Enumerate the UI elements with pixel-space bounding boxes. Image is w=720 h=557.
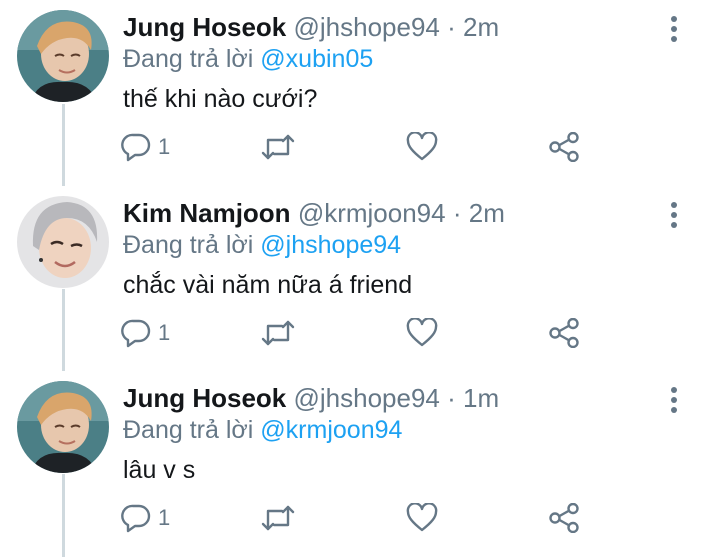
retweet-icon xyxy=(260,318,296,348)
more-options-icon[interactable] xyxy=(662,14,686,44)
reply-mention-link[interactable]: @krmjoon94 xyxy=(260,416,402,444)
tweet[interactable]: Kim Namjoon @krmjoon94 · 2m Đang trả lời… xyxy=(0,186,720,371)
tweet[interactable]: Jung Hoseok @jhshope94 · 2m Đang trả lời… xyxy=(0,0,720,185)
more-options-icon[interactable] xyxy=(662,200,686,230)
like-button[interactable] xyxy=(406,316,438,350)
share-icon xyxy=(548,132,580,162)
avatar[interactable] xyxy=(17,381,109,473)
retweet-button[interactable] xyxy=(260,501,296,535)
reply-mention-link[interactable]: @jhshope94 xyxy=(260,231,401,259)
share-button[interactable] xyxy=(548,501,580,535)
tweet[interactable]: Jung Hoseok @jhshope94 · 1m Đang trả lời… xyxy=(0,371,720,556)
more-options-icon[interactable] xyxy=(662,385,686,415)
tweet-actions: 1 xyxy=(120,501,600,535)
separator: · xyxy=(452,198,462,228)
reply-context: Đang trả lời @krmjoon94 xyxy=(123,413,402,447)
reply-context: Đang trả lời @jhshope94 xyxy=(123,228,401,262)
share-button[interactable] xyxy=(548,316,580,350)
reply-icon xyxy=(120,318,152,348)
reply-prefix: Đang trả lời xyxy=(123,231,254,259)
author-handle[interactable]: @jhshope94 xyxy=(293,12,439,42)
reply-button[interactable]: 1 xyxy=(120,316,170,350)
share-icon xyxy=(548,318,580,348)
separator: · xyxy=(447,12,456,42)
heart-icon xyxy=(406,132,438,162)
author-handle[interactable]: @jhshope94 xyxy=(293,383,439,413)
author-handle[interactable]: @krmjoon94 xyxy=(298,198,446,228)
tweet-header: Kim Namjoon @krmjoon94 · 2m xyxy=(123,196,505,230)
reply-count: 1 xyxy=(158,505,171,530)
reply-mention-link[interactable]: @xubin05 xyxy=(260,45,373,73)
avatar[interactable] xyxy=(17,196,109,288)
tweet-actions: 1 xyxy=(120,316,600,350)
like-button[interactable] xyxy=(406,130,438,164)
reply-prefix: Đang trả lời xyxy=(123,45,254,73)
reply-prefix: Đang trả lời xyxy=(123,416,254,444)
tweet-text: chắc vài năm nữa á friend xyxy=(123,271,413,299)
timestamp[interactable]: 1m xyxy=(463,383,499,413)
author-name[interactable]: Jung Hoseok xyxy=(123,12,286,42)
retweet-button[interactable] xyxy=(260,316,296,350)
tweet-text: lâu v s xyxy=(123,456,196,484)
timestamp[interactable]: 2m xyxy=(469,198,505,228)
retweet-icon xyxy=(260,132,296,162)
tweet-header: Jung Hoseok @jhshope94 · 1m xyxy=(123,381,499,415)
reply-button[interactable]: 1 xyxy=(120,501,170,535)
tweet-actions: 1 xyxy=(120,130,600,164)
reply-button[interactable]: 1 xyxy=(120,130,170,164)
reply-icon xyxy=(120,503,152,533)
retweet-icon xyxy=(260,503,296,533)
retweet-button[interactable] xyxy=(260,130,296,164)
author-name[interactable]: Kim Namjoon xyxy=(123,198,291,228)
tweet-header: Jung Hoseok @jhshope94 · 2m xyxy=(123,10,499,44)
heart-icon xyxy=(406,503,438,533)
author-name[interactable]: Jung Hoseok xyxy=(123,383,286,413)
share-button[interactable] xyxy=(548,130,580,164)
like-button[interactable] xyxy=(406,501,438,535)
separator: · xyxy=(447,383,456,413)
reply-thread: Jung Hoseok @jhshope94 · 2m Đang trả lời… xyxy=(0,0,720,557)
reply-context: Đang trả lời @xubin05 xyxy=(123,42,373,76)
share-icon xyxy=(548,503,580,533)
tweet-text: thế khi nào cưới? xyxy=(123,85,318,113)
reply-icon xyxy=(120,132,152,162)
reply-count: 1 xyxy=(158,320,171,345)
timestamp[interactable]: 2m xyxy=(463,12,499,42)
reply-count: 1 xyxy=(158,134,171,159)
heart-icon xyxy=(406,318,438,348)
avatar[interactable] xyxy=(17,10,109,102)
